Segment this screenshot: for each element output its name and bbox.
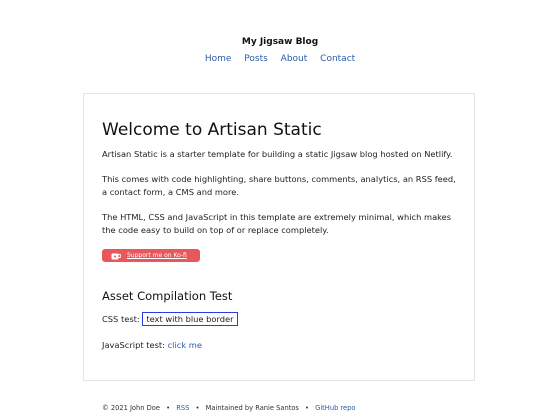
nav-about[interactable]: About bbox=[281, 54, 308, 64]
nav-posts[interactable]: Posts bbox=[244, 54, 268, 64]
site-title: My Jigsaw Blog bbox=[241, 37, 319, 47]
github-link[interactable]: GitHub repo bbox=[315, 404, 355, 412]
section-title: Asset Compilation Test bbox=[102, 289, 233, 303]
kofi-label: Support me on Ko-fi bbox=[127, 252, 187, 259]
site-footer: © 2021 John Doe • RSS • Maintained by Ra… bbox=[102, 403, 356, 413]
js-test-row: JavaScript test: click me bbox=[102, 339, 202, 351]
footer-separator: • bbox=[166, 404, 171, 412]
click-me-link[interactable]: click me bbox=[168, 340, 202, 350]
page-title: Welcome to Artisan Static bbox=[102, 120, 322, 140]
css-test-label: CSS test: bbox=[102, 314, 140, 324]
site-header: My Jigsaw Blog Home Posts About Contact bbox=[0, 36, 560, 65]
intro-paragraph: Artisan Static is a starter template for… bbox=[102, 149, 453, 159]
kofi-button[interactable]: Support me on Ko-fi bbox=[102, 249, 200, 262]
maintained-text: Maintained by Ranie Santos bbox=[205, 404, 299, 412]
main-nav: Home Posts About Contact bbox=[0, 53, 560, 65]
features-paragraph: This comes with code highlighting, share… bbox=[102, 174, 456, 197]
css-test-row: CSS test: text with blue border bbox=[102, 312, 238, 326]
minimal-paragraph: The HTML, CSS and JavaScript in this tem… bbox=[102, 212, 452, 235]
css-test-box: text with blue border bbox=[142, 312, 238, 326]
copyright-text: © 2021 John Doe bbox=[102, 404, 160, 412]
footer-separator: • bbox=[195, 404, 200, 412]
nav-contact[interactable]: Contact bbox=[320, 54, 355, 64]
footer-separator: • bbox=[305, 404, 309, 412]
coffee-cup-icon bbox=[111, 253, 121, 259]
rss-link[interactable]: RSS bbox=[176, 404, 189, 412]
js-test-label: JavaScript test: bbox=[102, 340, 165, 350]
nav-home[interactable]: Home bbox=[205, 54, 232, 64]
content-card: Welcome to Artisan Static Artisan Static… bbox=[83, 93, 475, 381]
